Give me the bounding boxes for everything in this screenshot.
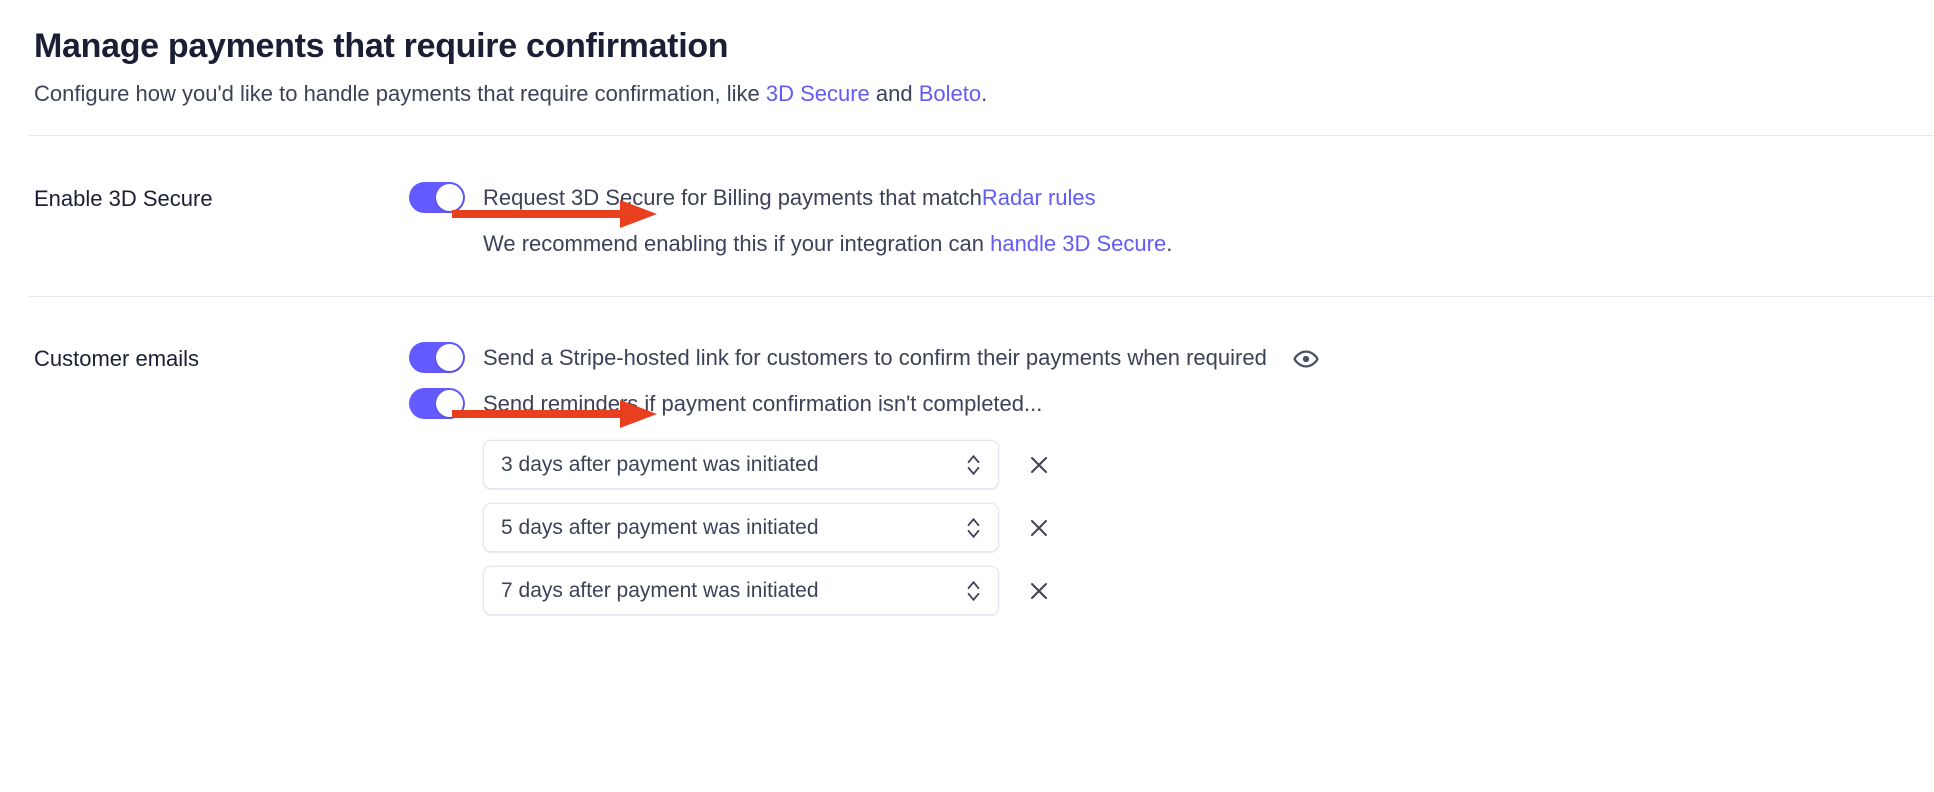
reminder-select-1[interactable]: 3 days after payment was initiated (483, 440, 999, 490)
row-send-hosted-link: Send a Stripe-hosted link for customers … (409, 342, 1934, 374)
toggle-label-text: Send reminders if payment confirmation i… (483, 391, 1043, 417)
link-radar-rules[interactable]: Radar rules (982, 184, 1096, 212)
reminder-select-2[interactable]: 5 days after payment was initiated (483, 503, 999, 553)
toggle-label-text: Request 3D Secure for Billing payments t… (483, 185, 982, 211)
remove-reminder-1-button[interactable] (1025, 451, 1053, 479)
note-text-suffix: . (1166, 231, 1173, 257)
note-text-prefix: We recommend enabling this if your integ… (483, 231, 991, 257)
section-label-enable-3d-secure: Enable 3D Secure (34, 186, 213, 212)
chevron-updown-icon (965, 580, 982, 602)
page-header: Manage payments that require confirmatio… (0, 0, 1934, 108)
toggle-label-send-reminders: Send reminders if payment confirmation i… (483, 390, 1934, 418)
page-subtitle-text-middle: and (869, 80, 919, 106)
reminder-row: 7 days after payment was initiated (483, 566, 1934, 616)
link-3d-secure[interactable]: 3D Secure (766, 81, 870, 106)
page-subtitle-text-suffix: . (981, 80, 988, 106)
settings-page: Manage payments that require confirmatio… (0, 0, 1934, 792)
page-subtitle: Configure how you'd like to handle payme… (34, 79, 1900, 109)
toggle-knob (436, 184, 463, 212)
toggle-knob (436, 344, 463, 372)
section-body-enable-3d-secure: Request 3D Secure for Billing payments t… (409, 182, 1934, 258)
toggle-send-reminders[interactable] (409, 388, 465, 420)
chevron-updown-icon (965, 517, 982, 539)
section-customer-emails: Customer emails Send a Stripe-hosted lin… (0, 297, 1934, 629)
reminder-row: 3 days after payment was initiated (483, 440, 1934, 490)
reminder-select-value: 7 days after payment was initiated (501, 578, 819, 602)
toggle-knob (436, 390, 463, 418)
row-request-3d-secure: Request 3D Secure for Billing payments t… (409, 182, 1934, 214)
remove-reminder-2-button[interactable] (1025, 514, 1053, 542)
link-handle-3d-secure[interactable]: handle 3D Secure (990, 231, 1166, 256)
toggle-label-text: Send a Stripe-hosted link for customers … (483, 345, 1267, 371)
page-title: Manage payments that require confirmatio… (34, 27, 729, 65)
section-body-customer-emails: Send a Stripe-hosted link for customers … (409, 342, 1934, 629)
toggle-send-hosted-link[interactable] (409, 342, 465, 374)
toggle-label-send-hosted-link: Send a Stripe-hosted link for customers … (483, 344, 1934, 372)
chevron-updown-icon (965, 454, 982, 476)
reminder-select-value: 3 days after payment was initiated (501, 452, 819, 476)
eye-icon[interactable] (1293, 346, 1319, 372)
link-boleto[interactable]: Boleto (919, 81, 981, 106)
reminder-select-value: 5 days after payment was initiated (501, 515, 819, 539)
section-enable-3d-secure: Enable 3D Secure Request 3D Secure for B… (0, 136, 1934, 296)
row-send-reminders: Send reminders if payment confirmation i… (409, 388, 1934, 420)
page-subtitle-text-prefix: Configure how you'd like to handle payme… (34, 80, 766, 106)
toggle-label-request-3d-secure: Request 3D Secure for Billing payments t… (483, 184, 1934, 212)
reminder-row: 5 days after payment was initiated (483, 503, 1934, 553)
toggle-request-3d-secure[interactable] (409, 182, 465, 214)
reminder-schedule-list: 3 days after payment was initiated 5 day… (483, 440, 1934, 616)
reminder-select-3[interactable]: 7 days after payment was initiated (483, 566, 999, 616)
section-label-customer-emails: Customer emails (34, 346, 200, 372)
note-recommend-3d-secure: We recommend enabling this if your integ… (483, 230, 1934, 258)
remove-reminder-3-button[interactable] (1025, 577, 1053, 605)
